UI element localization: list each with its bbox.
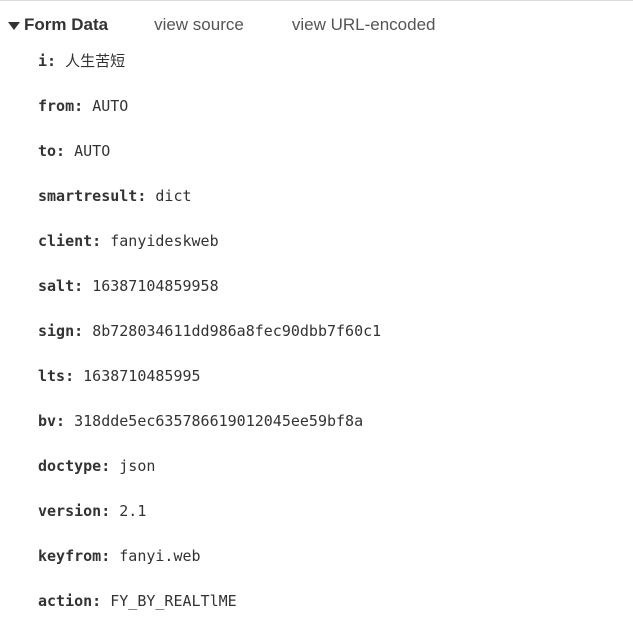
form-data-value: 8b728034611dd986a8fec90dbb7f60c1 [92, 322, 381, 340]
form-data-row: keyfrom: fanyi.web [38, 546, 633, 567]
form-data-value: dict [155, 187, 191, 205]
form-data-row: sign: 8b728034611dd986a8fec90dbb7f60c1 [38, 321, 633, 342]
form-data-key: i: [38, 52, 56, 70]
form-data-row: from: AUTO [38, 96, 633, 117]
form-data-key: lts: [38, 367, 74, 385]
collapse-triangle-icon [8, 22, 20, 30]
form-data-key: bv: [38, 412, 65, 430]
form-data-row: salt: 16387104859958 [38, 276, 633, 297]
form-data-row: smartresult: dict [38, 186, 633, 207]
form-data-row: action: FY_BY_REALTlME [38, 591, 633, 612]
form-data-value: 318dde5ec635786619012045ee59bf8a [74, 412, 363, 430]
form-data-value: 1638710485995 [83, 367, 200, 385]
section-header[interactable]: Form Data view source view URL-encoded [0, 15, 633, 35]
form-data-value: 16387104859958 [92, 277, 218, 295]
form-data-row: i: 人生苦短 [38, 51, 633, 72]
form-data-value: fanyideskweb [110, 232, 218, 250]
form-data-key: smartresult: [38, 187, 146, 205]
form-data-value: 人生苦短 [65, 53, 125, 70]
form-data-value: json [119, 457, 155, 475]
form-data-list: i: 人生苦短from: AUTOto: AUTOsmartresult: di… [0, 51, 633, 632]
form-data-key: action: [38, 592, 101, 610]
form-data-row: to: AUTO [38, 141, 633, 162]
form-data-row: client: fanyideskweb [38, 231, 633, 252]
form-data-row: doctype: json [38, 456, 633, 477]
view-url-encoded-link[interactable]: view URL-encoded [292, 15, 436, 35]
form-data-key: doctype: [38, 457, 110, 475]
form-data-row: bv: 318dde5ec635786619012045ee59bf8a [38, 411, 633, 432]
form-data-value: AUTO [92, 97, 128, 115]
form-data-key: from: [38, 97, 83, 115]
form-data-value: AUTO [74, 142, 110, 160]
form-data-section: Form Data view source view URL-encoded i… [0, 0, 633, 632]
form-data-value: FY_BY_REALTlME [110, 592, 236, 610]
form-data-value: fanyi.web [119, 547, 200, 565]
form-data-key: to: [38, 142, 65, 160]
form-data-row: version: 2.1 [38, 501, 633, 522]
form-data-key: version: [38, 502, 110, 520]
form-data-row: lts: 1638710485995 [38, 366, 633, 387]
form-data-key: salt: [38, 277, 83, 295]
form-data-key: sign: [38, 322, 83, 340]
form-data-key: client: [38, 232, 101, 250]
form-data-value: 2.1 [119, 502, 146, 520]
form-data-key: keyfrom: [38, 547, 110, 565]
view-source-link[interactable]: view source [154, 15, 244, 35]
section-title: Form Data [24, 15, 108, 35]
